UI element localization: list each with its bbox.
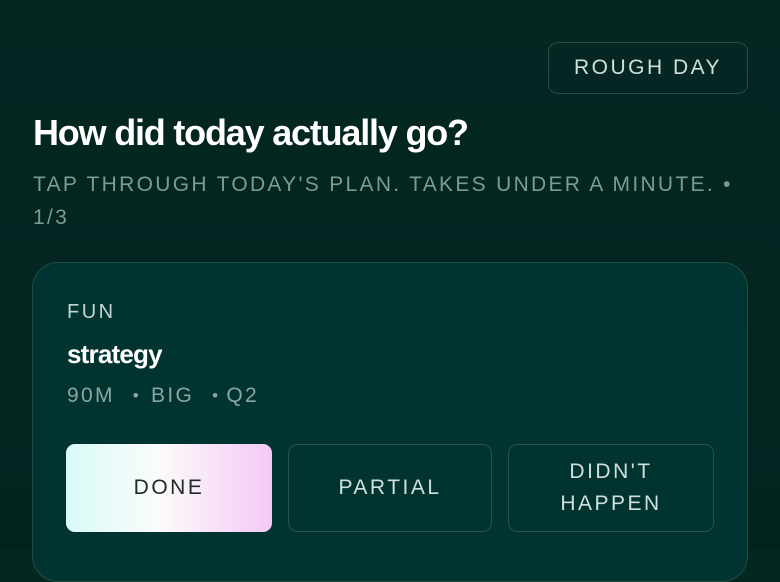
separator-dot-icon: • <box>132 386 142 405</box>
task-category-label: FUN <box>67 301 116 323</box>
done-button[interactable]: DONE <box>66 444 272 532</box>
partial-button[interactable]: PARTIAL <box>288 444 492 532</box>
task-duration: 90M <box>67 384 115 407</box>
page-subtitle: TAP THROUGH TODAY'S PLAN. TAKES UNDER A … <box>33 173 733 229</box>
separator-dot-icon: • <box>212 386 221 405</box>
page-title: How did today actually go? <box>33 112 469 153</box>
didnt-happen-label: DIDN'T HAPPEN <box>560 460 662 515</box>
task-name: strategy <box>67 339 163 369</box>
task-card: FUN strategy 90M • BIG • Q2 DONE PARTIAL… <box>32 262 748 582</box>
task-size: BIG <box>151 384 195 407</box>
rough-day-button[interactable]: ROUGH DAY <box>548 42 748 94</box>
didnt-happen-button[interactable]: DIDN'T HAPPEN <box>508 444 714 532</box>
task-meta: 90M • BIG • Q2 <box>67 384 259 408</box>
task-quarter: Q2 <box>226 384 259 407</box>
